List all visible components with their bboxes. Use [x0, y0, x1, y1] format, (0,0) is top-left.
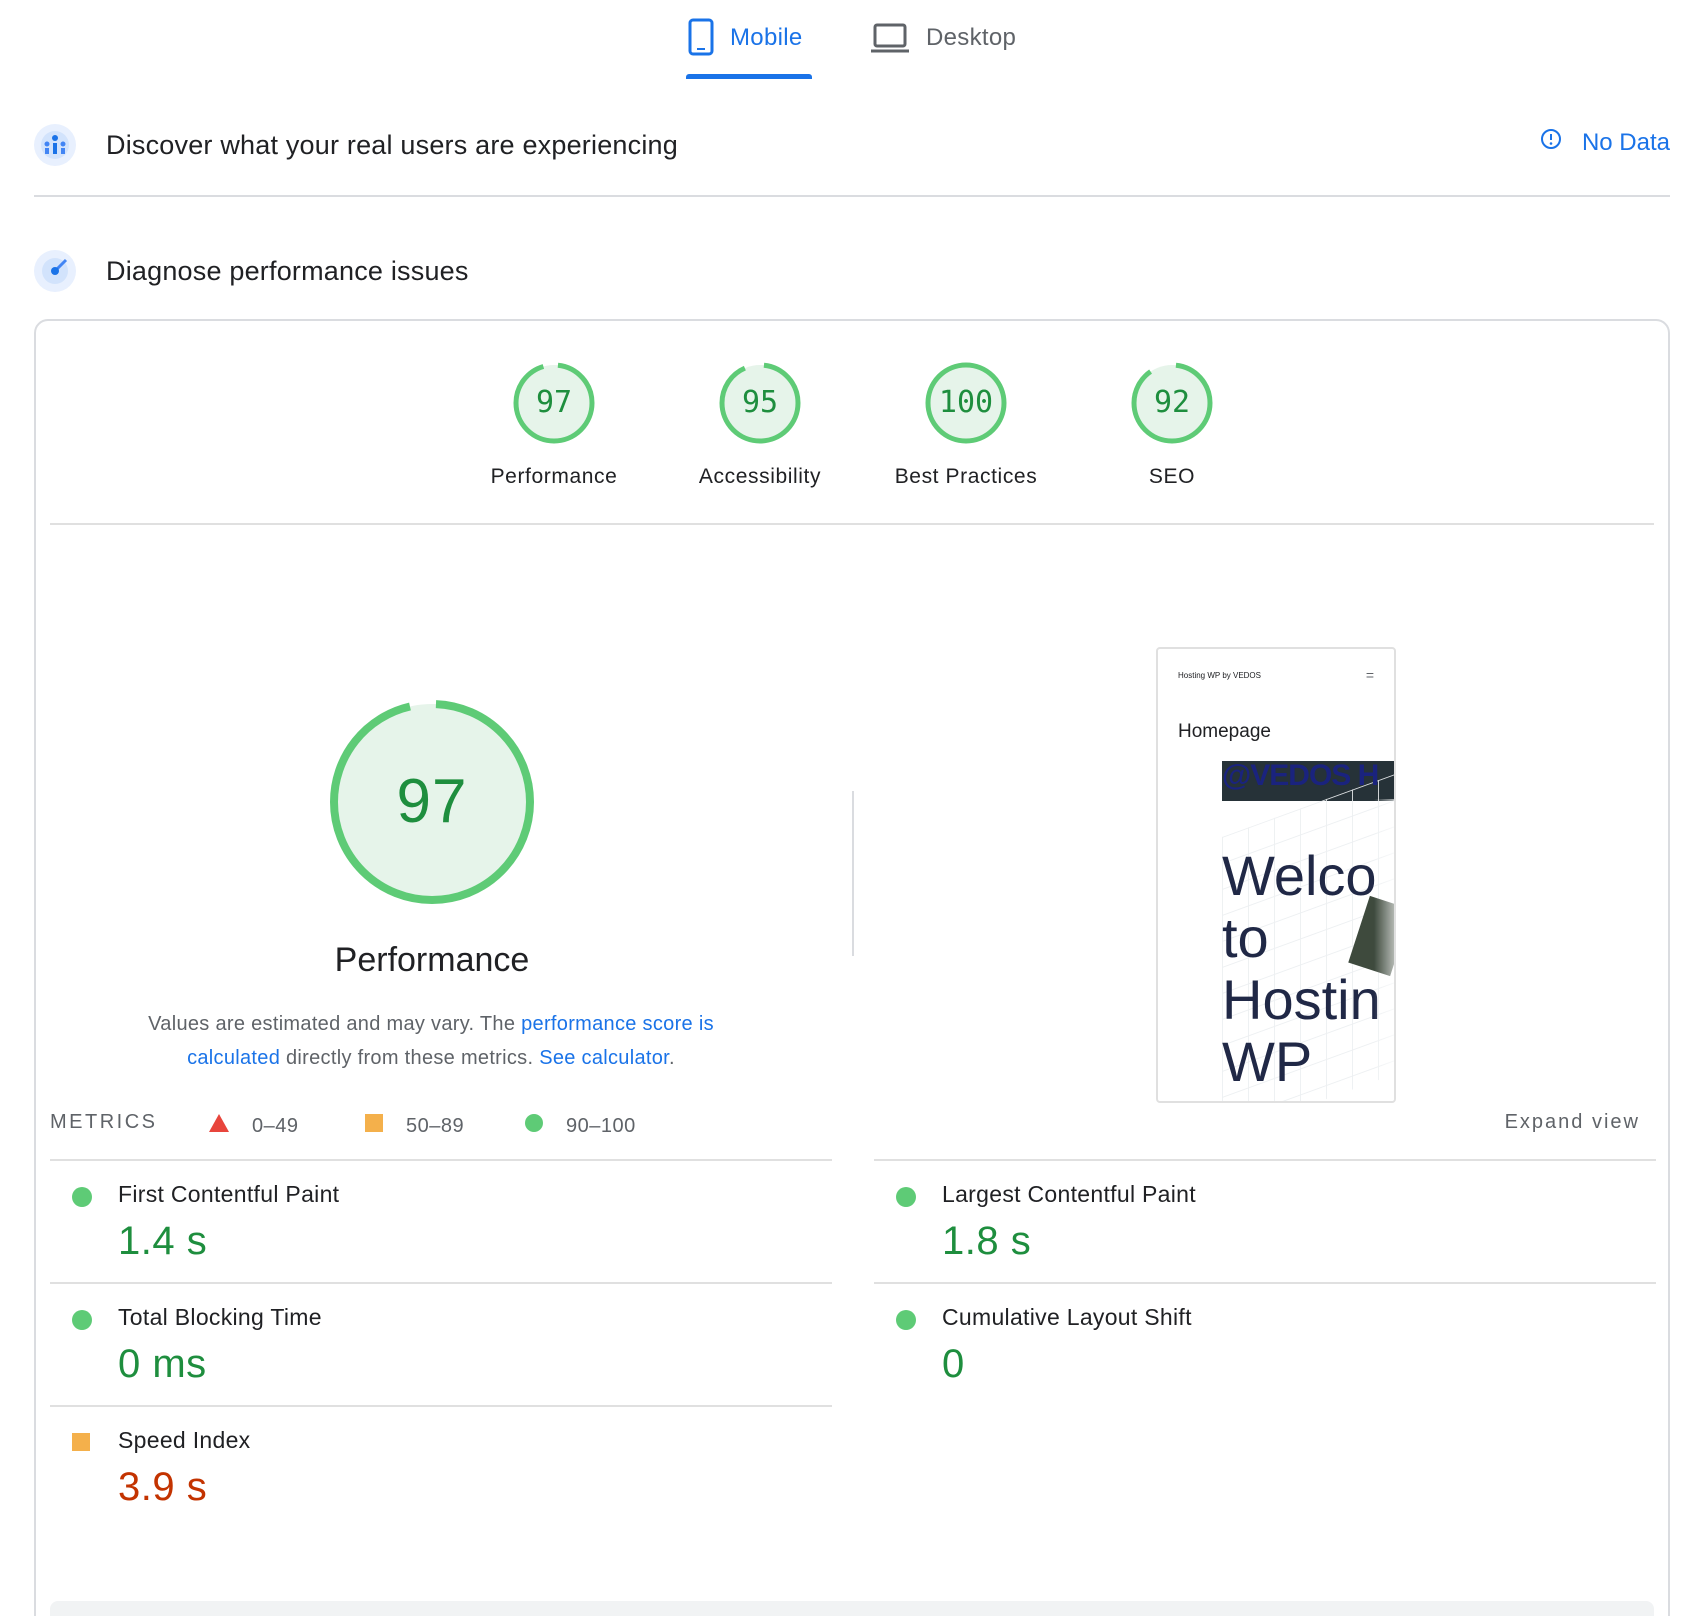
users-chart-icon	[34, 124, 76, 166]
lighthouse-icon	[34, 250, 76, 292]
diagnose-title: Diagnose performance issues	[106, 255, 469, 286]
expand-view-button[interactable]: Expand view	[1505, 1111, 1640, 1134]
metric-value: 3.9 s	[118, 1465, 208, 1509]
metric-name: Total Blocking Time	[118, 1304, 322, 1330]
metric-name: Speed Index	[118, 1427, 251, 1453]
no-data-label: No Data	[1581, 128, 1670, 156]
tab-desktop[interactable]: Desktop	[870, 18, 1016, 82]
performance-score: 97	[396, 767, 468, 836]
metrics-column-right: Largest Contentful Paint 1.8 s Cumulativ…	[874, 1159, 1656, 1405]
metrics-label: METRICS	[50, 1111, 158, 1133]
metric-speed-index: Speed Index 3.9 s	[50, 1405, 832, 1528]
metric-value: 0 ms	[118, 1342, 207, 1386]
laptop-icon	[870, 18, 910, 63]
score-label: SEO	[1148, 465, 1196, 488]
score-value: 97	[535, 385, 573, 420]
device-tabs: Mobile Desktop	[0, 0, 1688, 82]
performance-explanation: Values are estimated and may vary. The p…	[116, 1007, 746, 1075]
score-accessibility[interactable]: 95 Accessibility	[660, 361, 860, 489]
page-screenshot[interactable]: Hosting WP by VEDOS = Homepage @VEDOS H …	[1156, 647, 1396, 1103]
category-scores: 97 Performance 95 Accessibility 100 Best…	[36, 361, 1668, 488]
vertical-divider	[852, 791, 854, 956]
hero-line: Hostin	[1222, 968, 1381, 1031]
metric-largest-contentful-paint: Largest Contentful Paint 1.8 s	[874, 1159, 1656, 1282]
lab-data-card: 97 Performance 95 Accessibility 100 Best…	[34, 319, 1670, 1616]
tab-desktop-label: Desktop	[926, 24, 1017, 51]
average-square-icon	[72, 1433, 90, 1451]
metric-value: 0	[942, 1342, 965, 1386]
score-value: 92	[1153, 385, 1191, 420]
metric-first-contentful-paint: First Contentful Paint 1.4 s	[50, 1159, 832, 1282]
score-label: Accessibility	[698, 465, 822, 488]
score-label: Performance	[490, 465, 618, 488]
explain-text: Values are estimated and may vary. The	[148, 1013, 522, 1035]
hero-line: to	[1222, 906, 1269, 969]
section-divider	[34, 195, 1670, 197]
field-data-title: Discover what your real users are experi…	[106, 129, 678, 160]
good-circle-icon	[72, 1310, 92, 1330]
score-label: Best Practices	[894, 465, 1038, 488]
metric-name: Cumulative Layout Shift	[942, 1304, 1192, 1330]
metrics-column-left: First Contentful Paint 1.4 s Total Block…	[50, 1159, 832, 1528]
explain-text: directly from these metrics.	[280, 1047, 540, 1069]
tab-mobile[interactable]: Mobile	[688, 18, 803, 82]
field-data-header: Discover what your real users are experi…	[34, 124, 1670, 166]
metric-name: Largest Contentful Paint	[942, 1181, 1196, 1207]
hero-line: WP	[1222, 1030, 1313, 1093]
score-best-practices[interactable]: 100 Best Practices	[866, 361, 1066, 489]
performance-title: Performance	[334, 941, 530, 979]
phone-icon	[688, 18, 714, 63]
diagnose-header: Diagnose performance issues	[34, 250, 1670, 292]
hamburger-icon: =	[1365, 667, 1374, 683]
score-value: 100	[938, 385, 994, 420]
metric-value: 1.4 s	[118, 1219, 208, 1263]
good-circle-icon	[896, 1310, 916, 1330]
thumb-site-header: Hosting WP by VEDOS	[1178, 671, 1261, 680]
metric-value: 1.8 s	[942, 1219, 1032, 1263]
info-icon	[1540, 128, 1562, 157]
thumb-fade	[1374, 799, 1394, 1101]
thumb-page-title: Homepage	[1178, 721, 1271, 742]
bottom-panel	[50, 1601, 1654, 1616]
hero-line: Welco	[1222, 844, 1377, 907]
active-tab-indicator	[686, 74, 812, 79]
thumb-brand: @VEDOS H	[1222, 759, 1379, 792]
thumb-hero-text: Welco to Hostin WP	[1222, 845, 1381, 1093]
score-seo[interactable]: 92 SEO	[1072, 361, 1272, 489]
no-data-status[interactable]: No Data	[1540, 128, 1670, 157]
score-performance[interactable]: 97 Performance	[454, 361, 654, 489]
metric-cumulative-layout-shift: Cumulative Layout Shift 0	[874, 1282, 1656, 1405]
good-circle-icon	[896, 1187, 916, 1207]
tab-mobile-label: Mobile	[730, 24, 803, 51]
see-calculator-link[interactable]: See calculator	[539, 1047, 669, 1069]
score-value: 95	[741, 385, 779, 420]
good-circle-icon	[72, 1187, 92, 1207]
explain-text: .	[669, 1047, 675, 1069]
metric-name: First Contentful Paint	[118, 1181, 340, 1207]
metrics-header: METRICS Expand view	[50, 1111, 1654, 1141]
metric-total-blocking-time: Total Blocking Time 0 ms	[50, 1282, 832, 1405]
card-divider	[50, 523, 1654, 525]
